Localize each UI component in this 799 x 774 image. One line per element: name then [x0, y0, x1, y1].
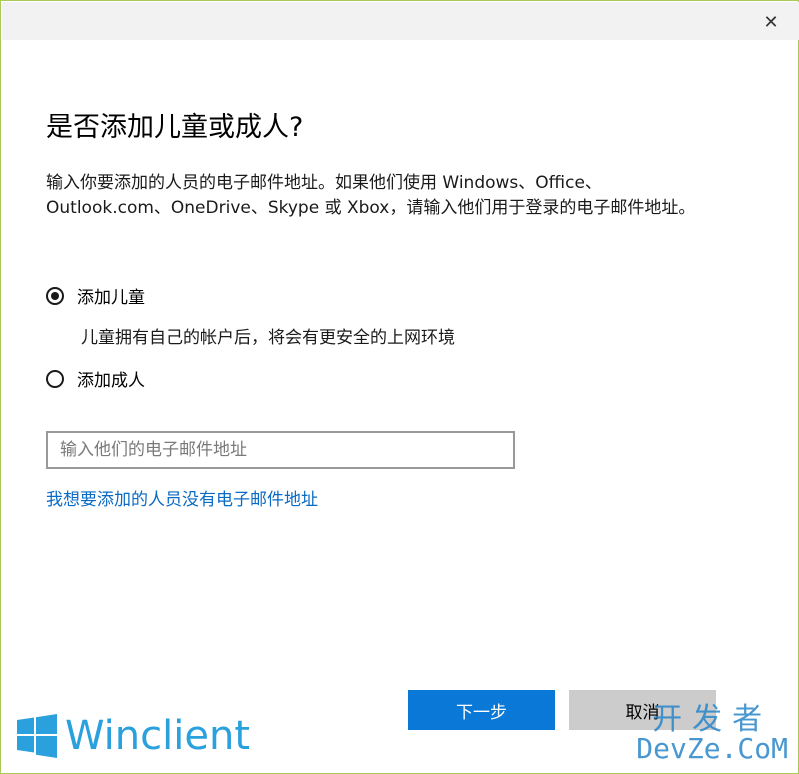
- radio-add-child[interactable]: 添加儿童: [46, 283, 145, 308]
- title-bar: ✕: [2, 2, 799, 40]
- no-email-link[interactable]: 我想要添加的人员没有电子邮件地址: [46, 485, 318, 510]
- winclient-logo: Winclient: [15, 713, 250, 759]
- windows-logo-icon: [17, 714, 57, 758]
- radio-unchecked-icon[interactable]: [46, 369, 64, 388]
- dialog-window: ✕ 是否添加儿童或成人? 输入你要添加的人员的电子邮件地址。如果他们使用 Win…: [0, 0, 799, 774]
- next-button[interactable]: 下一步: [408, 690, 555, 730]
- radio-label-child: 添加儿童: [77, 288, 145, 308]
- watermark: 开发者 DevZe.CoM: [636, 705, 788, 763]
- child-hint-text: 儿童拥有自己的帐户后，将会有更安全的上网环境: [81, 328, 455, 348]
- close-button[interactable]: ✕: [753, 8, 789, 36]
- radio-checked-icon[interactable]: [46, 286, 64, 305]
- watermark-en: DevZe.CoM: [636, 732, 788, 765]
- close-icon: ✕: [763, 11, 779, 33]
- brand-name: Winclient: [65, 713, 250, 759]
- radio-add-adult[interactable]: 添加成人: [46, 366, 145, 391]
- watermark-cn: 开发者: [652, 702, 773, 737]
- dialog-description: 输入你要添加的人员的电子邮件地址。如果他们使用 Windows、Office、O…: [46, 173, 696, 218]
- email-input[interactable]: [46, 431, 515, 469]
- dialog-title: 是否添加儿童或成人?: [46, 112, 304, 143]
- radio-label-adult: 添加成人: [77, 371, 145, 391]
